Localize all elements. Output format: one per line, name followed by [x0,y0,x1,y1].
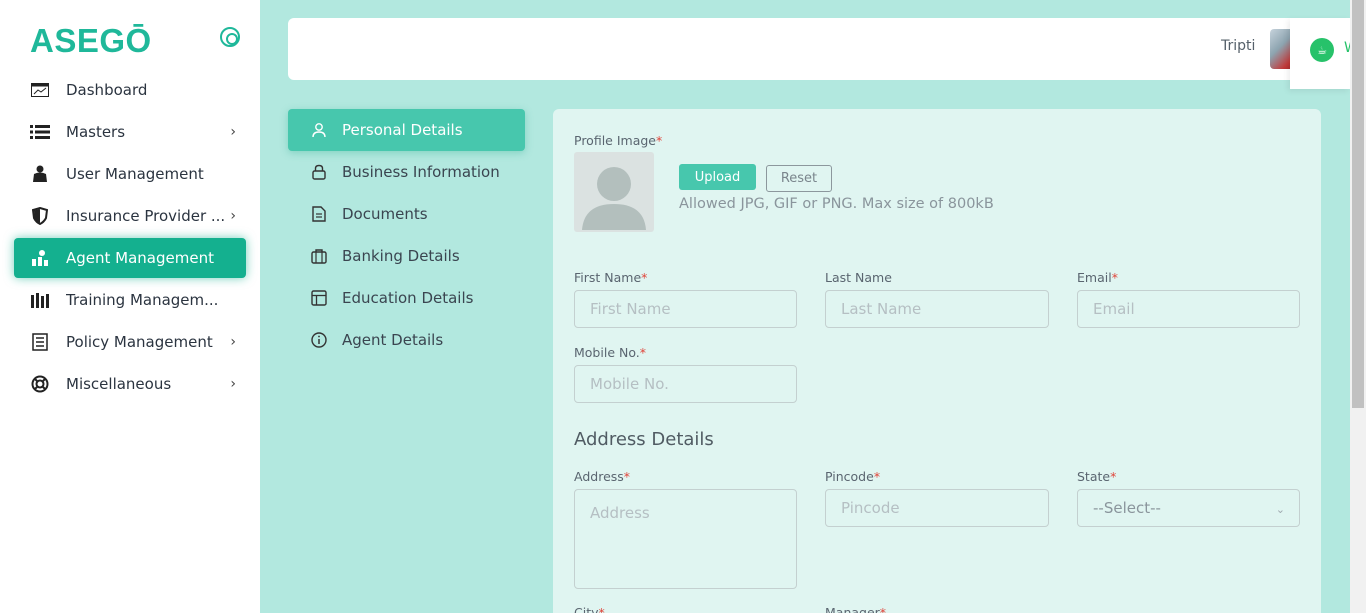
person-icon [310,121,328,139]
sidebar-item-label: User Management [66,165,204,183]
layout-icon [310,289,328,307]
sidebar-item-agent-management[interactable]: Agent Management [14,238,246,278]
email-label: Email* [1077,270,1118,285]
sidebar-item-dashboard[interactable]: Dashboard [14,70,246,110]
sidebar-item-label: Training Managem... [66,291,219,309]
sidebar-item-insurance-provider[interactable]: Insurance Provider ... › [14,196,246,236]
agent-icon [30,248,50,268]
email-field[interactable]: Email [1077,290,1300,328]
state-label: State* [1077,469,1117,484]
chevron-right-icon: › [230,208,236,224]
pincode-label: Pincode* [825,469,881,484]
lock-icon [310,163,328,181]
tab-agent-details[interactable]: Agent Details [288,319,525,361]
top-header [288,18,1350,80]
user-name[interactable]: Tripti [1221,38,1255,54]
lifebuoy-icon [30,374,50,394]
tab-label: Personal Details [342,121,463,139]
address-label: Address* [574,469,631,484]
briefcase-icon [310,247,328,265]
profile-image-placeholder [574,152,654,232]
first-name-label: First Name* [574,270,648,285]
state-select[interactable]: --Select-- ⌄ [1077,489,1300,527]
city-label: City* [574,605,605,613]
sidebar: ASEGŌ Dashboard Masters › User Managemen… [0,0,260,613]
brand-logo: ASEGŌ [30,22,152,59]
tab-documents[interactable]: Documents [288,193,525,235]
manager-label: Manager* [825,605,887,613]
sidebar-item-miscellaneous[interactable]: Miscellaneous › [14,364,246,404]
chevron-right-icon: › [230,376,236,392]
sidebar-item-training-management[interactable]: Training Managem... [14,280,246,320]
first-name-field[interactable]: First Name [574,290,797,328]
tab-label: Education Details [342,289,474,307]
tab-business-information[interactable]: Business Information [288,151,525,193]
mobile-label: Mobile No.* [574,345,646,360]
shield-icon [30,206,50,226]
tab-education-details[interactable]: Education Details [288,277,525,319]
tab-label: Agent Details [342,331,444,349]
sidebar-item-label: Dashboard [66,81,148,99]
tab-label: Documents [342,205,428,223]
tab-label: Banking Details [342,247,460,265]
last-name-label: Last Name [825,270,892,285]
scrollbar-thumb[interactable] [1352,0,1364,408]
pincode-field[interactable]: Pincode [825,489,1049,527]
last-name-field[interactable]: Last Name [825,290,1049,328]
chevron-right-icon: › [230,334,236,350]
upload-button[interactable]: Upload [679,164,756,190]
sidebar-item-label: Agent Management [66,249,214,267]
file-icon [310,205,328,223]
list-icon [30,122,50,142]
upload-hint: Allowed JPG, GIF or PNG. Max size of 800… [679,196,994,212]
floating-widget: ☕ W [1290,18,1358,89]
sidebar-item-label: Masters [66,123,126,141]
sidebar-item-label: Miscellaneous [66,375,172,393]
dashboard-icon [30,80,50,100]
sidebar-toggle-icon[interactable] [220,27,240,47]
chevron-down-icon: ⌄ [1275,503,1285,516]
tab-banking-details[interactable]: Banking Details [288,235,525,277]
sidebar-item-label: Insurance Provider ... [66,207,226,225]
info-icon [310,331,328,349]
state-select-value: --Select-- [1093,499,1161,517]
coffee-icon[interactable]: ☕ [1310,38,1334,62]
document-icon [30,332,50,352]
page-scrollbar[interactable] [1350,0,1366,613]
books-icon [30,290,50,310]
address-field[interactable]: Address [574,489,797,589]
sidebar-item-masters[interactable]: Masters › [14,112,246,152]
address-section-title: Address Details [574,429,714,450]
tab-personal-details[interactable]: Personal Details [288,109,525,151]
sidebar-item-policy-management[interactable]: Policy Management › [14,322,246,362]
tab-label: Business Information [342,163,500,181]
mobile-field[interactable]: Mobile No. [574,365,797,403]
sidebar-item-user-management[interactable]: User Management [14,154,246,194]
reset-button[interactable]: Reset [766,165,832,192]
users-icon [30,164,50,184]
profile-image-label: Profile Image* [574,133,663,148]
chevron-right-icon: › [230,124,236,140]
sidebar-item-label: Policy Management [66,333,213,351]
